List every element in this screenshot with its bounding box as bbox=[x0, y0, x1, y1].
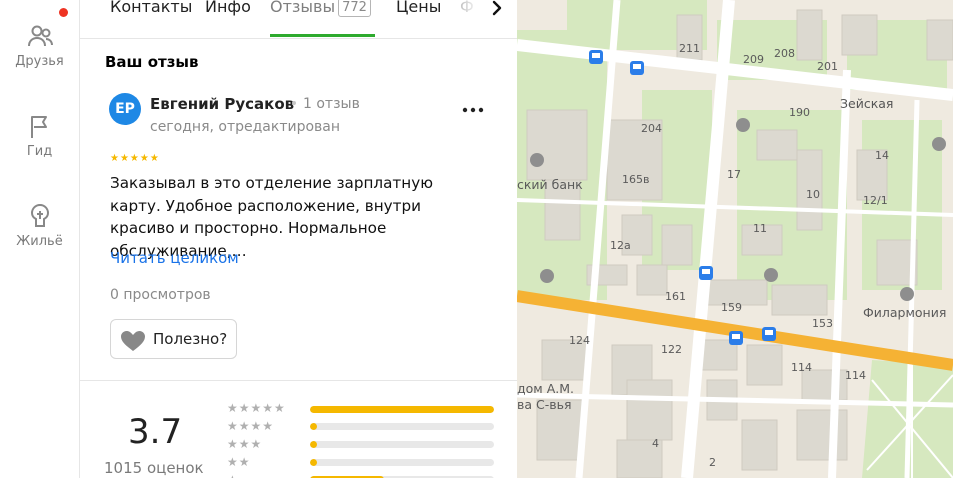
map-label: 114 bbox=[845, 369, 866, 382]
reviews-count-badge: 772 bbox=[338, 0, 371, 17]
active-tab-underline bbox=[270, 34, 375, 37]
dist-bar-fill bbox=[310, 423, 318, 430]
tab-info[interactable]: Инфо bbox=[205, 0, 251, 16]
map-label: 201 bbox=[817, 60, 838, 73]
nav-guide-label: Гид bbox=[26, 144, 53, 159]
dist-stars-2: ★★ bbox=[227, 455, 251, 469]
friends-icon bbox=[0, 24, 79, 50]
dist-bar-3 bbox=[310, 441, 494, 448]
map-label: 204 bbox=[641, 122, 662, 135]
dist-bar-5 bbox=[310, 406, 494, 413]
dist-stars-1: ★ bbox=[227, 473, 239, 478]
map-label: 10 bbox=[806, 188, 820, 201]
read-more-link[interactable]: Читать целиком bbox=[110, 249, 239, 267]
rating-score: 3.7 bbox=[128, 412, 183, 452]
left-nav-rail: Друзья Гид Жильё bbox=[0, 0, 80, 478]
map-label: 190 bbox=[789, 106, 810, 119]
nav-guide[interactable]: Гид bbox=[0, 114, 79, 159]
rating-count: 1015 оценок bbox=[104, 459, 204, 477]
more-options-button[interactable] bbox=[458, 100, 488, 120]
dist-bar-fill bbox=[310, 441, 318, 448]
dist-bar-fill bbox=[310, 406, 494, 413]
map-label: 159 bbox=[721, 301, 742, 314]
author-name[interactable]: Евгений Русаков bbox=[150, 95, 294, 113]
map-label: 12а bbox=[610, 239, 631, 252]
map-label: 211 bbox=[679, 42, 700, 55]
map-canvas[interactable]: 211 209 208 201 204 190 14 165в 17 12/1 … bbox=[517, 0, 953, 478]
map-label: 122 bbox=[661, 343, 682, 356]
map-label: 12/1 bbox=[863, 194, 888, 207]
notification-dot bbox=[59, 8, 68, 17]
useful-label: Полезно? bbox=[153, 330, 228, 348]
map-label: Филармония bbox=[863, 305, 946, 320]
dist-stars-3: ★★★ bbox=[227, 437, 263, 451]
map-label: 124 bbox=[569, 334, 590, 347]
nav-friends[interactable]: Друзья bbox=[0, 24, 79, 69]
flag-icon bbox=[0, 114, 79, 140]
map-label: 161 bbox=[665, 290, 686, 303]
map-label: 11 bbox=[753, 222, 767, 235]
review-date: сегодня, отредактирован bbox=[150, 119, 341, 135]
map-label: 209 bbox=[743, 53, 764, 66]
map-label: ва С-вья bbox=[517, 397, 572, 412]
tab-bar: Контакты Инфо Отзывы772 Цены Ф bbox=[80, 0, 517, 39]
dist-stars-5: ★★★★★ bbox=[227, 401, 286, 415]
map-label: ский банк bbox=[517, 177, 583, 192]
map-label: 2 bbox=[709, 456, 716, 469]
author-reviews-count: 1 отзыв bbox=[303, 96, 360, 112]
place-card-panel: Контакты Инфо Отзывы772 Цены Ф Ваш отзыв… bbox=[80, 0, 517, 478]
map[interactable]: 211 209 208 201 204 190 14 165в 17 12/1 … bbox=[517, 0, 953, 478]
avatar[interactable]: ЕР bbox=[109, 93, 141, 125]
map-label: 114 bbox=[791, 361, 812, 374]
chevron-right-icon bbox=[492, 0, 502, 16]
views-count: 0 просмотров bbox=[110, 287, 211, 303]
map-label: 4 bbox=[652, 437, 659, 450]
heart-icon bbox=[121, 331, 145, 351]
tab-reviews-label: Отзывы bbox=[270, 0, 336, 16]
map-label: 14 bbox=[875, 149, 889, 162]
tab-fade bbox=[458, 0, 480, 20]
map-label: 153 bbox=[812, 317, 833, 330]
tab-contacts[interactable]: Контакты bbox=[110, 0, 192, 16]
dist-stars-4: ★★★★ bbox=[227, 419, 275, 433]
review-rating-stars: ★★★★★ bbox=[110, 153, 160, 164]
housing-icon bbox=[0, 202, 79, 230]
separator-dot bbox=[292, 101, 296, 105]
street-label: Зейская bbox=[840, 96, 893, 111]
nav-housing-label: Жильё bbox=[16, 234, 63, 249]
useful-button[interactable]: Полезно? bbox=[110, 319, 237, 359]
section-title: Ваш отзыв bbox=[105, 53, 199, 71]
tab-reviews[interactable]: Отзывы 772 bbox=[270, 0, 371, 17]
tabs-next-button[interactable] bbox=[484, 0, 510, 20]
nav-housing[interactable]: Жильё bbox=[0, 202, 79, 249]
map-label: дом А.М. bbox=[517, 381, 574, 396]
more-dots-icon bbox=[462, 107, 484, 113]
tab-prices[interactable]: Цены bbox=[396, 0, 441, 16]
map-label: 17 bbox=[727, 168, 741, 181]
map-label: 165в bbox=[622, 173, 649, 186]
nav-friends-label: Друзья bbox=[15, 54, 64, 69]
map-label: 208 bbox=[774, 47, 795, 60]
dist-bar-4 bbox=[310, 423, 494, 430]
divider bbox=[80, 380, 517, 381]
dist-bar-2 bbox=[310, 459, 494, 466]
dist-bar-fill bbox=[310, 459, 318, 466]
